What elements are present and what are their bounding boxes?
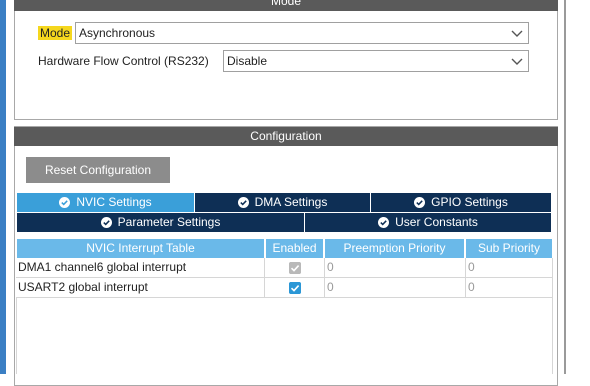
table-row-sub-priority[interactable]: 0 [466,278,553,298]
reset-configuration-button[interactable]: Reset Configuration [26,157,170,183]
checkmark-icon[interactable] [289,282,301,294]
left-rail [0,0,6,374]
check-circle-icon [100,217,112,228]
tab-parameter-settings-label: Parameter Settings [117,215,221,229]
mode-select-value: Asynchronous [79,26,156,40]
column-header-preemption-priority: Preemption Priority [325,239,464,258]
mode-select[interactable]: Asynchronous [75,22,529,44]
chevron-down-icon [511,30,523,37]
mode-label: Mode [38,26,73,40]
table-row-preemption-priority[interactable]: 0 [325,278,466,298]
tab-gpio-settings[interactable]: GPIO Settings [371,193,551,212]
check-circle-icon [378,217,390,228]
check-circle-icon [414,197,426,208]
tab-dma-settings-label: DMA Settings [254,195,328,209]
column-header-enabled: Enabled [266,239,323,258]
flow-control-select-value: Disable [227,54,268,68]
table-row-sub-priority[interactable]: 0 [466,258,553,278]
tab-gpio-settings-label: GPIO Settings [431,195,508,209]
table-row-interrupt-name: DMA1 channel6 global interrupt [16,258,265,278]
checkmark-icon[interactable] [289,262,301,274]
tab-nvic-settings-label: NVIC Settings [76,195,152,209]
tab-parameter-settings[interactable]: Parameter Settings [17,213,304,232]
check-circle-icon [59,197,71,208]
tab-dma-settings[interactable]: DMA Settings [195,193,370,212]
tab-user-constants[interactable]: User Constants [305,213,551,232]
mode-label-wrap: Mode [38,22,73,44]
flow-control-select[interactable]: Disable [223,50,529,72]
table-row-enabled-cell [265,278,325,298]
mode-panel-header: Mode [14,0,558,11]
flow-control-label: Hardware Flow Control (RS232) [38,54,209,68]
column-header-interrupt: NVIC Interrupt Table [17,239,264,258]
table-row-enabled-cell [265,258,325,278]
tab-nvic-settings[interactable]: NVIC Settings [17,193,194,212]
column-header-sub-priority: Sub Priority [466,239,552,258]
table-row-preemption-priority[interactable]: 0 [325,258,466,278]
check-circle-icon [237,197,249,208]
chevron-down-icon [511,58,523,65]
right-rail [564,0,566,374]
table-row-interrupt-name: USART2 global interrupt [16,278,265,298]
tab-user-constants-label: User Constants [395,215,478,229]
configuration-panel-header: Configuration [14,127,558,146]
table-empty-area [16,298,553,374]
